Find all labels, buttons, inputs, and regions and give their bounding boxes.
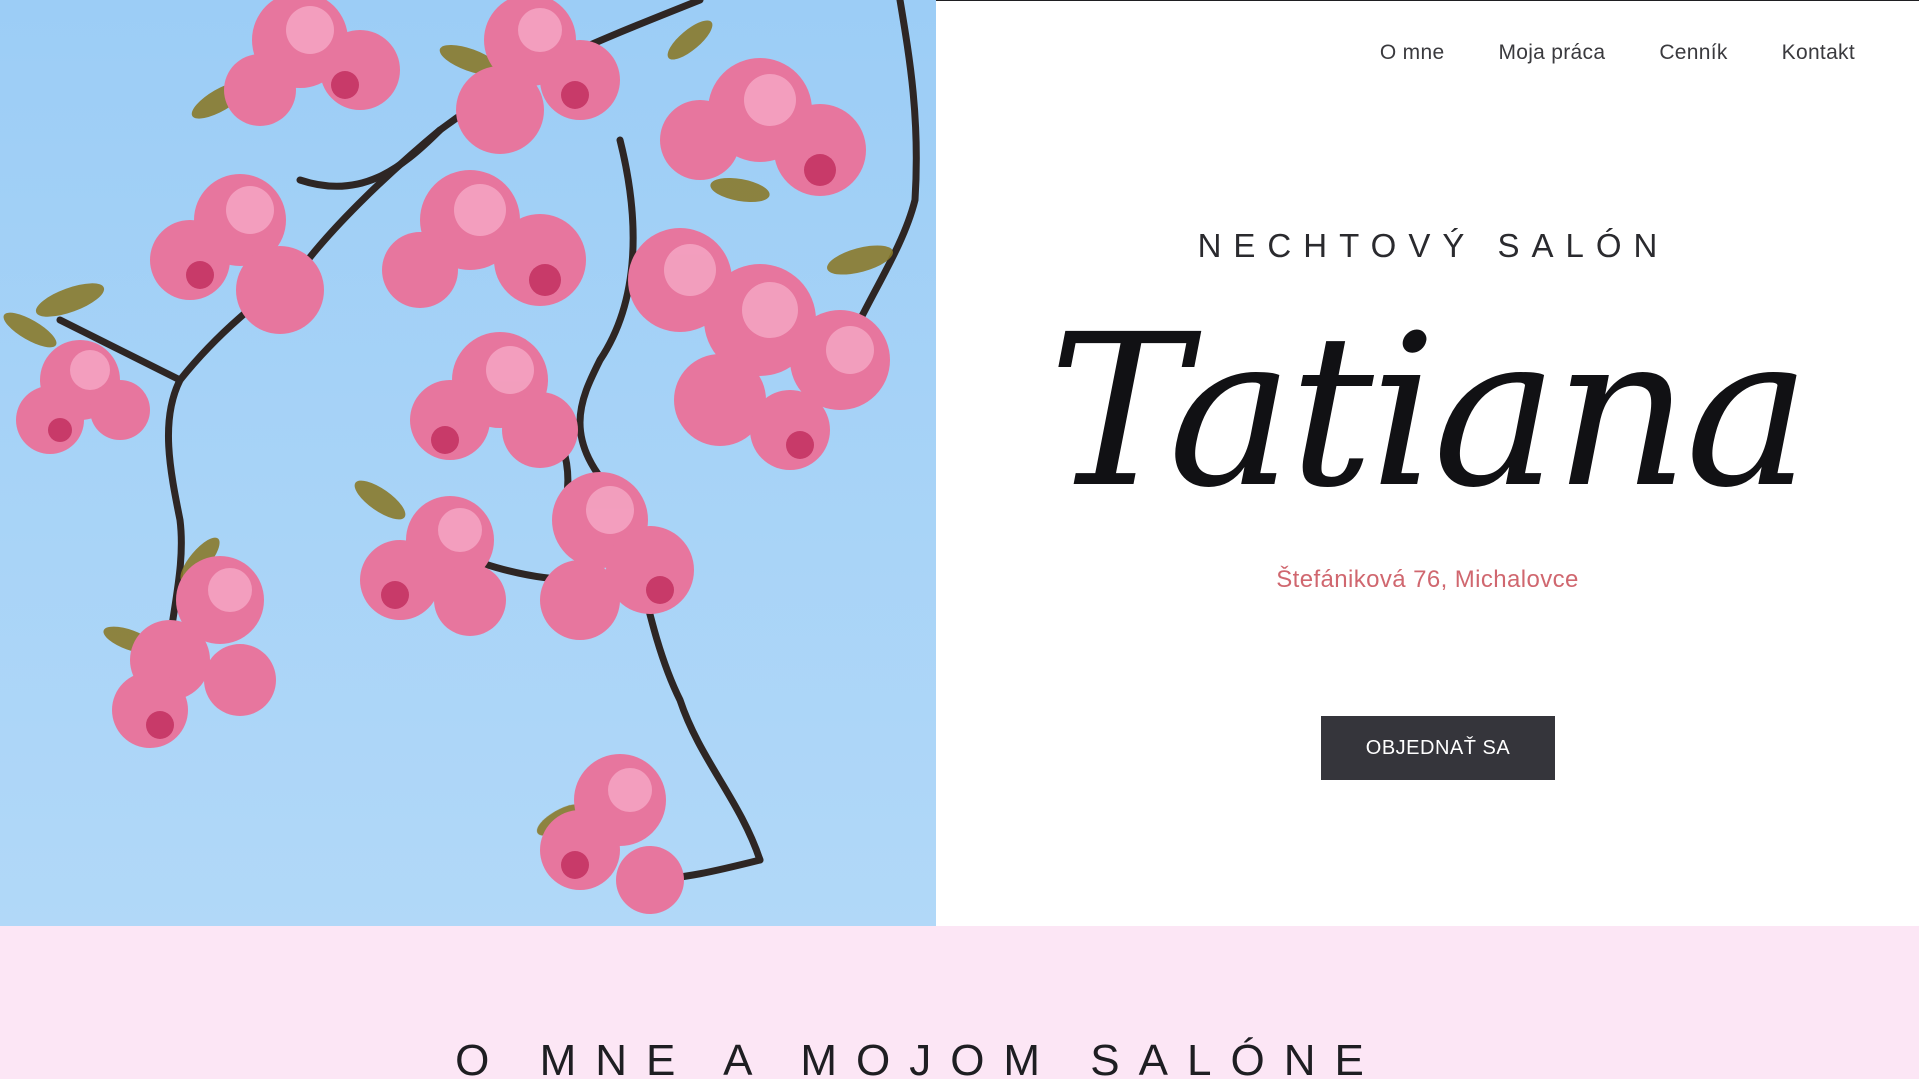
book-appointment-button[interactable]: OBJEDNAŤ SA <box>1321 716 1555 780</box>
brand-name: Tatiana <box>1048 289 1810 534</box>
nav-item-cennik[interactable]: Cenník <box>1659 41 1727 65</box>
nav-item-kontakt[interactable]: Kontakt <box>1782 41 1855 65</box>
cherry-blossom-illustration <box>3 0 920 914</box>
nav-item-moja-praca[interactable]: Moja práca <box>1498 41 1605 65</box>
hero-section: O mne Moja práca Cenník Kontakt NECHTOVÝ… <box>0 0 1919 926</box>
salon-address: Štefániková 76, Michalovce <box>1276 566 1579 593</box>
nav-item-o-mne[interactable]: O mne <box>1380 41 1445 65</box>
main-navigation: O mne Moja práca Cenník Kontakt <box>1380 41 1855 65</box>
hero-content: O mne Moja práca Cenník Kontakt NECHTOVÝ… <box>936 0 1919 926</box>
hero-subtitle: NECHTOVÝ SALÓN <box>1197 227 1670 264</box>
about-section: O MNE A MOJOM SALÓNE <box>0 926 1919 1079</box>
about-section-title: O MNE A MOJOM SALÓNE <box>455 1036 1383 1079</box>
hero-image-cherry-blossom <box>0 0 936 926</box>
page: O mne Moja práca Cenník Kontakt NECHTOVÝ… <box>0 0 1919 1079</box>
